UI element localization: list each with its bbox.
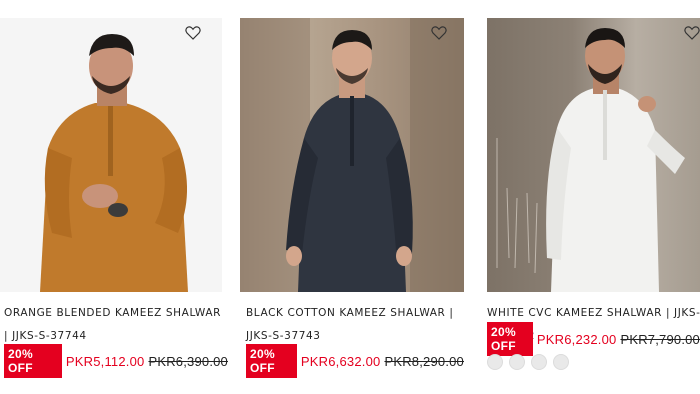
- wishlist-heart-icon[interactable]: [683, 24, 700, 42]
- product-card[interactable]: WHITE CVC KAMEEZ SHALWAR | JJKS-S-32722 …: [484, 18, 700, 378]
- product-title[interactable]: BLACK COTTON KAMEEZ SHALWAR | JJKS-S-377…: [246, 302, 464, 348]
- sale-price: PKR6,632.00: [300, 353, 381, 369]
- original-price: PKR8,290.00: [384, 353, 464, 369]
- price-row: 20% OFF PKR6,232.00 PKR7,790.00: [487, 322, 700, 356]
- price-row: 20% OFF PKR6,632.00 PKR8,290.00: [246, 344, 464, 378]
- product-card[interactable]: ORANGE BLENDED KAMEEZ SHALWAR | JJKS-S-3…: [0, 18, 228, 378]
- product-image[interactable]: [0, 18, 222, 292]
- product-image[interactable]: [487, 18, 700, 292]
- discount-badge: 20% OFF: [487, 322, 533, 356]
- discount-badge: 20% OFF: [246, 344, 297, 378]
- color-swatch[interactable]: [531, 354, 547, 370]
- product-card[interactable]: BLACK COTTON KAMEEZ SHALWAR | JJKS-S-377…: [240, 18, 464, 378]
- wishlist-heart-icon[interactable]: [184, 24, 202, 42]
- sale-price: PKR6,232.00: [536, 331, 617, 347]
- original-price: PKR7,790.00: [620, 331, 700, 347]
- original-price: PKR6,390.00: [148, 353, 228, 369]
- color-swatches: [487, 354, 569, 370]
- product-title[interactable]: ORANGE BLENDED KAMEEZ SHALWAR | JJKS-S-3…: [4, 302, 224, 348]
- wishlist-heart-icon[interactable]: [430, 24, 448, 42]
- price-row: 20% OFF PKR5,112.00 PKR6,390.00: [4, 344, 228, 378]
- sale-price: PKR5,112.00: [65, 353, 145, 369]
- color-swatch[interactable]: [553, 354, 569, 370]
- color-swatch[interactable]: [509, 354, 525, 370]
- color-swatch[interactable]: [487, 354, 503, 370]
- discount-badge: 20% OFF: [4, 344, 62, 378]
- product-image[interactable]: [240, 18, 464, 292]
